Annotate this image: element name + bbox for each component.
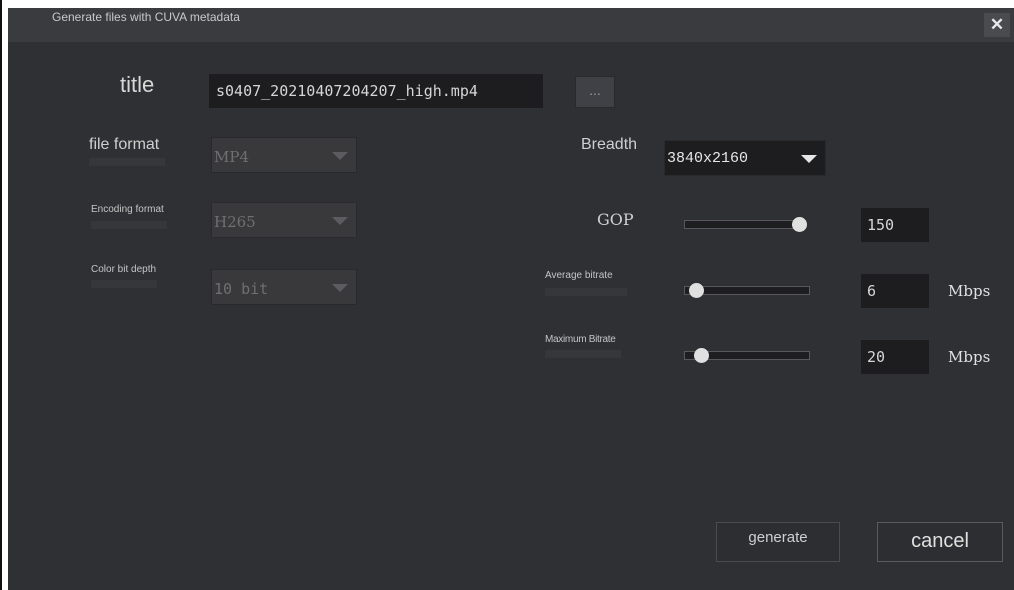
- file-format-select[interactable]: MP4: [211, 137, 357, 173]
- encoding-format-select[interactable]: H265: [211, 202, 357, 238]
- chevron-down-icon: [332, 217, 348, 225]
- close-button[interactable]: ✕: [984, 13, 1010, 37]
- maximum-bitrate-unit: Mbps: [948, 348, 991, 366]
- title-input-value: s0407_20210407204207_high.mp4: [216, 82, 478, 100]
- color-bit-depth-value: 10 bit: [214, 280, 269, 298]
- breadth-value: 3840x2160: [667, 150, 749, 167]
- breadth-select[interactable]: 3840x2160: [664, 140, 826, 176]
- cancel-button-label: cancel: [911, 530, 969, 552]
- generate-button[interactable]: generate: [716, 522, 840, 562]
- average-bitrate-label: Average bitrate: [545, 270, 613, 281]
- file-format-value: MP4: [214, 148, 249, 166]
- chevron-down-icon: [332, 152, 348, 160]
- maximum-bitrate-sublabel: [545, 350, 621, 358]
- window-title: Generate files with CUVA metadata: [52, 10, 240, 24]
- gop-slider-handle[interactable]: [792, 217, 807, 232]
- gop-input-value: 150: [867, 216, 895, 234]
- file-format-sublabel: [89, 158, 165, 166]
- file-format-label: file format: [89, 136, 160, 153]
- encoding-format-label: Encoding format: [91, 204, 164, 215]
- close-icon: ✕: [989, 15, 1005, 34]
- maximum-bitrate-slider-handle[interactable]: [694, 348, 709, 363]
- average-bitrate-unit: Mbps: [948, 282, 991, 300]
- gop-slider-track[interactable]: [684, 220, 806, 229]
- average-bitrate-value: 6: [867, 282, 877, 300]
- maximum-bitrate-value: 20: [867, 348, 886, 366]
- title-label: title: [120, 72, 155, 97]
- average-bitrate-sublabel: [545, 288, 627, 296]
- chevron-down-icon: [801, 155, 817, 163]
- gop-label: GOP: [597, 210, 634, 229]
- breadth-label: Breadth: [581, 136, 638, 153]
- browse-button[interactable]: ...: [575, 76, 615, 108]
- maximum-bitrate-label: Maximum Bitrate: [545, 334, 616, 345]
- maximum-bitrate-input[interactable]: 20: [861, 340, 929, 374]
- title-input[interactable]: s0407_20210407204207_high.mp4: [209, 74, 543, 108]
- encoding-format-value: H265: [214, 213, 256, 231]
- color-bit-depth-sublabel: [91, 280, 157, 288]
- average-bitrate-input[interactable]: 6: [861, 274, 929, 308]
- dialog-window: Generate files with CUVA metadata ✕ titl…: [8, 8, 1014, 590]
- chevron-down-icon: [332, 284, 348, 292]
- cancel-button[interactable]: cancel: [877, 522, 1003, 562]
- window-edge: [0, 0, 2, 590]
- gop-input[interactable]: 150: [861, 208, 929, 242]
- title-bar: Generate files with CUVA metadata ✕: [8, 8, 1014, 42]
- color-bit-depth-label: Color bit depth: [91, 264, 157, 275]
- average-bitrate-slider-handle[interactable]: [689, 283, 704, 298]
- generate-button-label: generate: [748, 529, 808, 546]
- browse-button-label: ...: [589, 82, 601, 98]
- color-bit-depth-select[interactable]: 10 bit: [211, 269, 357, 305]
- encoding-format-sublabel: [91, 221, 167, 229]
